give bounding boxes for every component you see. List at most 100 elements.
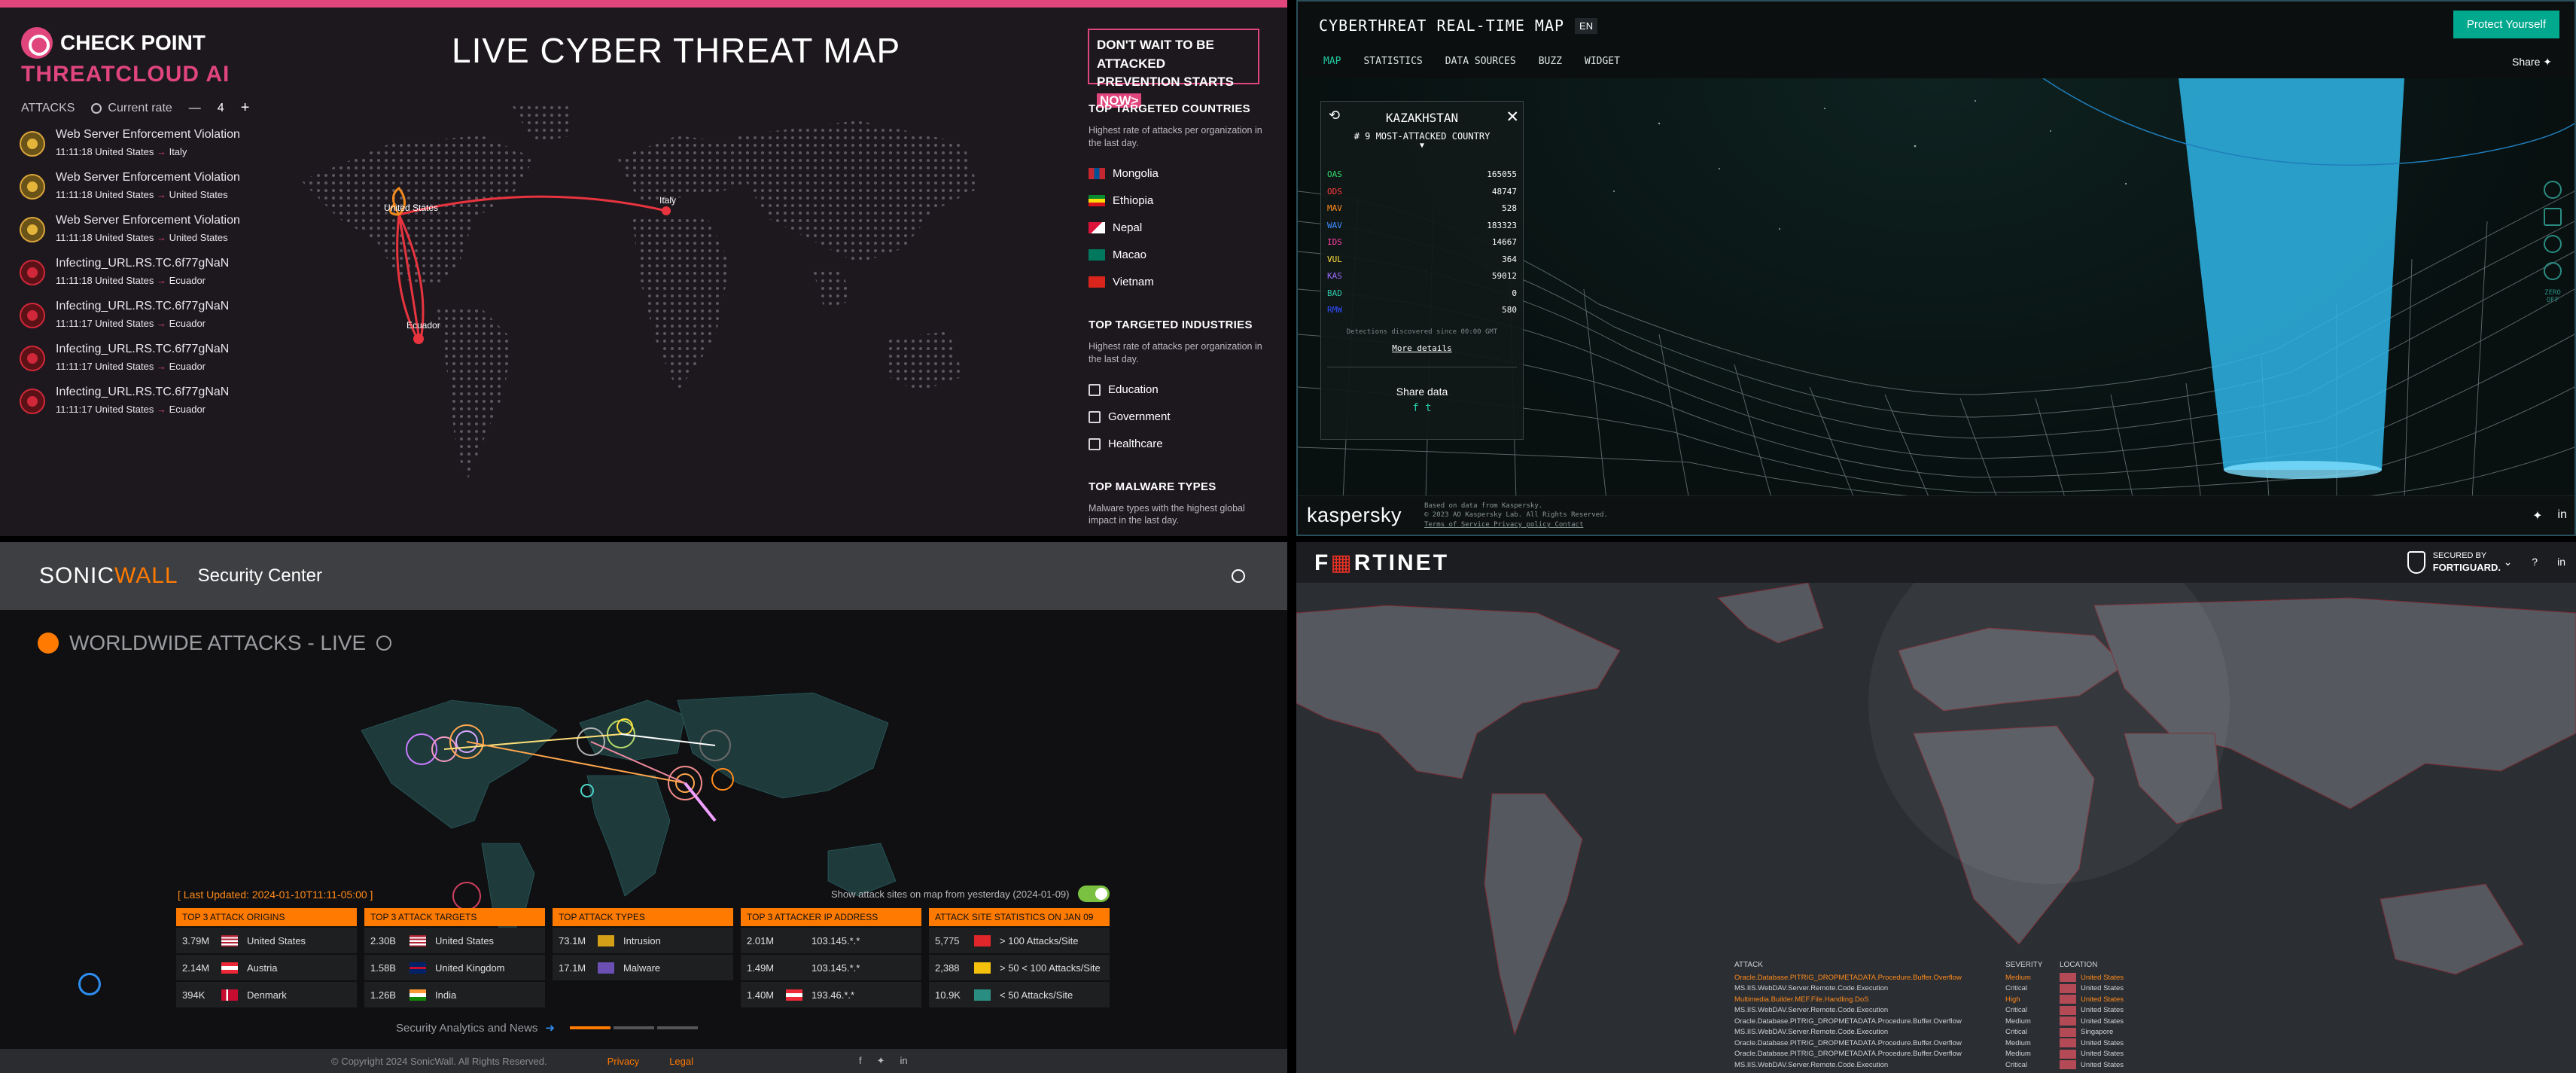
twitter-icon[interactable]: ✦ bbox=[2532, 508, 2542, 523]
stats-table-row[interactable]: 10.9K < 50 Attacks/Site bbox=[929, 982, 1110, 1007]
stats-table-row[interactable]: 1.26B India bbox=[364, 982, 545, 1007]
lightbulb-icon[interactable] bbox=[78, 973, 101, 995]
facebook-icon[interactable]: f bbox=[859, 1055, 862, 1067]
legend-rmw[interactable]: RMW bbox=[2212, 535, 2288, 536]
fortinet-logo[interactable]: F▦RTINET bbox=[1314, 550, 1449, 576]
attack-list-item[interactable]: Web Server Enforcement Violation 11:11:18… bbox=[20, 214, 268, 257]
globe-icon[interactable] bbox=[2544, 181, 2562, 199]
rotate-icon[interactable]: ⟲ bbox=[1329, 108, 1340, 123]
at-icon bbox=[221, 962, 238, 974]
legal-link[interactable]: Legal bbox=[669, 1056, 693, 1067]
attack-list-item[interactable]: Infecting_URL.RS.TC.6f77gNaN 11:11:17 Uni… bbox=[20, 386, 268, 428]
attack-list-item[interactable]: Infecting_URL.RS.TC.6f77gNaN 11:11:17 Uni… bbox=[20, 300, 268, 343]
stats-table-row[interactable]: 5,775 > 100 Attacks/Site bbox=[929, 928, 1110, 953]
privacy-link[interactable]: Privacy bbox=[607, 1056, 640, 1067]
stats-table-row[interactable]: 2.14M Austria bbox=[176, 955, 357, 980]
attack-feed-row[interactable]: Oracle.Database.PITRIG_DROPMETADATA.Proc… bbox=[1734, 1016, 2160, 1027]
stat-value: 3.79M bbox=[182, 934, 210, 946]
attack-location: United States bbox=[2060, 1038, 2160, 1048]
legend-ods[interactable]: ODS bbox=[1674, 535, 1751, 536]
zoom-in-icon[interactable] bbox=[2544, 235, 2562, 253]
stats-table-row[interactable]: 2,388 > 50 < 100 Attacks/Site bbox=[929, 955, 1110, 980]
stats-table-row[interactable]: 394K Denmark bbox=[176, 982, 357, 1007]
linkedin-icon[interactable]: in bbox=[900, 1055, 908, 1067]
chevron-down-icon[interactable]: ⌄ bbox=[2504, 556, 2513, 569]
nav-buzz[interactable]: BUZZ bbox=[1539, 56, 1562, 67]
zoom-out-icon[interactable] bbox=[2544, 262, 2562, 280]
stats-table-row[interactable]: 3.79M United States bbox=[176, 928, 357, 953]
legend-ids[interactable]: IDS bbox=[1905, 535, 1981, 536]
chevron-down-icon[interactable]: ▼ bbox=[1321, 142, 1523, 150]
attack-list-item[interactable]: Infecting_URL.RS.TC.6f77gNaN 11:11:17 Uni… bbox=[20, 343, 268, 386]
more-details-link[interactable]: More details bbox=[1321, 343, 1523, 353]
rate-decrease-button[interactable]: — bbox=[189, 102, 201, 115]
industry-item[interactable]: Healthcare bbox=[1089, 431, 1269, 458]
country-item[interactable]: Mongolia bbox=[1089, 160, 1269, 187]
footer-links[interactable]: Terms of Service Privacy policy Contact bbox=[1424, 520, 1608, 530]
rate-increase-button[interactable]: + bbox=[241, 99, 250, 117]
checkpoint-logo[interactable]: CHECK POINT THREATCLOUD AI bbox=[21, 27, 230, 87]
sonicwall-logo[interactable]: SONICWALL bbox=[39, 563, 178, 589]
attack-feed-row[interactable]: Multimedia.Builder.MEF.File.Handling.DoS… bbox=[1734, 994, 2160, 1005]
security-news-bar[interactable]: Security Analytics and News ➜ bbox=[396, 1021, 698, 1035]
twitter-icon[interactable]: ✦ bbox=[877, 1055, 885, 1067]
demo-toggle[interactable]: ZERO OFF bbox=[2541, 289, 2564, 304]
nav-widget[interactable]: WIDGET bbox=[1585, 56, 1620, 67]
legend-vul[interactable]: VUL bbox=[1981, 535, 2058, 536]
legend-bad[interactable]: BAD bbox=[2135, 535, 2212, 536]
stats-table-row[interactable]: 1.58B United Kingdom bbox=[364, 955, 545, 980]
legend-oas[interactable]: OAS bbox=[1597, 535, 1674, 536]
protect-yourself-button[interactable]: Protect Yourself bbox=[2453, 11, 2559, 38]
country-item[interactable]: Macao bbox=[1089, 242, 1269, 269]
attack-feed-row[interactable]: Oracle.Database.PITRIG_DROPMETADATA.Proc… bbox=[1734, 972, 2160, 983]
industry-item[interactable]: Government bbox=[1089, 404, 1269, 431]
mongolia-flag-icon bbox=[1089, 168, 1105, 180]
stats-table-row[interactable]: 1.40M 193.46.*.* bbox=[741, 982, 921, 1007]
kaspersky-logo[interactable]: kaspersky bbox=[1307, 504, 1402, 527]
attack-feed-row[interactable]: MS.IIS.WebDAV.Server.Remote.Code.Executi… bbox=[1734, 1059, 2160, 1071]
share-link[interactable]: Share ✦ bbox=[2512, 56, 2552, 69]
attack-list-item[interactable]: Infecting_URL.RS.TC.6f77gNaN 11:11:18 Uni… bbox=[20, 257, 268, 300]
stats-table-row[interactable]: 2.30B United States bbox=[364, 928, 545, 953]
nav-data-sources[interactable]: DATA SOURCES bbox=[1445, 56, 1516, 67]
news-carousel-indicators[interactable] bbox=[570, 1026, 698, 1029]
stat-key: OAS bbox=[1327, 169, 1342, 179]
linkedin-icon[interactable]: in bbox=[2558, 508, 2567, 523]
attack-list-item[interactable]: Web Server Enforcement Violation 11:11:18… bbox=[20, 171, 268, 214]
country-item[interactable]: Nepal bbox=[1089, 215, 1269, 242]
attack-feed-row[interactable]: Oracle.Database.PITRIG_DROPMETADATA.Proc… bbox=[1734, 1038, 2160, 1049]
country-item[interactable]: Vietnam bbox=[1089, 269, 1269, 296]
stat-row-vul: VUL 364 bbox=[1327, 255, 1517, 272]
info-icon[interactable] bbox=[376, 636, 392, 651]
close-icon[interactable]: ✕ bbox=[1506, 105, 1518, 127]
attack-world-map[interactable] bbox=[331, 670, 933, 941]
logo-rest: RTINET bbox=[1353, 550, 1450, 575]
government-icon bbox=[1089, 410, 1101, 423]
linkedin-icon[interactable]: in bbox=[2557, 556, 2565, 569]
promo-banner[interactable]: DON'T WAIT TO BE ATTACKED PREVENTION STA… bbox=[1088, 29, 1259, 108]
stats-table-row[interactable]: 17.1M Malware bbox=[553, 955, 733, 980]
user-icon[interactable] bbox=[1232, 569, 1245, 583]
legend-kas[interactable]: KAS bbox=[2058, 535, 2135, 536]
help-icon[interactable]: ? bbox=[2532, 556, 2538, 569]
card-social-icons[interactable]: f t bbox=[1321, 402, 1523, 414]
industry-item[interactable]: Education bbox=[1089, 376, 1269, 404]
current-rate-label: Current rate bbox=[108, 101, 172, 114]
stats-table-row[interactable]: 2.01M 103.145.*.* bbox=[741, 928, 921, 953]
attack-feed-row[interactable]: Oracle.Database.PITRIG_DROPMETADATA.Proc… bbox=[1734, 1049, 2160, 1060]
plane-icon[interactable] bbox=[2544, 208, 2562, 226]
nav-map[interactable]: MAP bbox=[1323, 56, 1341, 67]
stats-table-row[interactable]: 1.49M 103.145.*.* bbox=[741, 955, 921, 980]
attack-feed-row[interactable]: MS.IIS.WebDAV.Server.Remote.Code.Executi… bbox=[1734, 1005, 2160, 1017]
legend-mav[interactable]: MAV bbox=[1751, 535, 1828, 536]
yesterday-toggle[interactable] bbox=[1078, 886, 1110, 902]
stats-table-row[interactable]: 73.1M Intrusion bbox=[553, 928, 733, 953]
nav-statistics[interactable]: STATISTICS bbox=[1363, 56, 1422, 67]
attack-feed-row[interactable]: MS.IIS.WebDAV.Server.Remote.Code.Executi… bbox=[1734, 983, 2160, 995]
attack-feed-row[interactable]: MS.IIS.WebDAV.Server.Remote.Code.Executi… bbox=[1734, 1027, 2160, 1038]
legend-wav[interactable]: WAV bbox=[1828, 535, 1905, 536]
language-selector[interactable]: EN bbox=[1575, 17, 1598, 34]
country-item[interactable]: Ethiopia bbox=[1089, 187, 1269, 215]
attack-list-item[interactable]: Web Server Enforcement Violation 11:11:18… bbox=[20, 128, 268, 171]
globe-3d-view[interactable]: KAZAKHSTAN ✕ ⟲ # 9 MOST-ATTACKED COUNTRY… bbox=[1298, 78, 2574, 501]
